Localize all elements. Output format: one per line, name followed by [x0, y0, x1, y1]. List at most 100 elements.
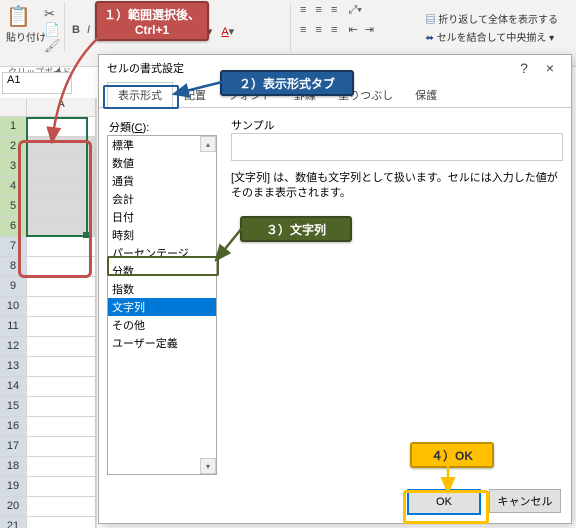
row-header[interactable]: 17 — [0, 437, 27, 456]
row-header[interactable]: 4 — [0, 177, 27, 196]
row-header[interactable]: 9 — [0, 277, 27, 296]
list-item[interactable]: その他 — [108, 316, 216, 334]
paste-icon[interactable]: 📋 — [6, 4, 31, 29]
format-painter-icon[interactable]: 🖌 — [44, 38, 61, 54]
column-headers: A — [0, 98, 96, 117]
row-header[interactable]: 6 — [0, 217, 27, 236]
table-row: 21 — [0, 517, 96, 528]
indent-dec-icon[interactable]: ⇤ — [348, 24, 357, 36]
worksheet: A 123456789101112131415161718192021 — [0, 98, 97, 528]
callout-3: ３）文字列 — [240, 216, 352, 242]
list-item[interactable]: 時刻 — [108, 226, 216, 244]
paste-label[interactable]: 貼り付け — [6, 29, 46, 44]
clipboard-group: 📋 貼り付け — [6, 4, 46, 44]
table-row: 11 — [0, 317, 96, 337]
cell[interactable] — [27, 437, 96, 456]
cell[interactable] — [27, 217, 96, 236]
row-header[interactable]: 8 — [0, 257, 27, 276]
list-item[interactable]: 通貨 — [108, 172, 216, 190]
row-header[interactable]: 15 — [0, 397, 27, 416]
row-header[interactable]: 18 — [0, 457, 27, 476]
row-header[interactable]: 20 — [0, 497, 27, 516]
cell[interactable] — [27, 477, 96, 496]
tab-5[interactable]: 保護 — [404, 82, 448, 108]
copy-icon[interactable]: 📄 — [44, 22, 60, 38]
italic-button[interactable]: I — [87, 24, 90, 36]
row-header[interactable]: 7 — [0, 237, 27, 256]
indent-inc-icon[interactable]: ⇥ — [365, 24, 374, 36]
row-header[interactable]: 16 — [0, 417, 27, 436]
merge-center-button[interactable]: ⬌ セルを結合して中央揃え ▾ — [426, 29, 558, 44]
list-item[interactable]: 文字列 — [108, 298, 216, 316]
align-center-icon[interactable]: ≡ — [315, 24, 321, 36]
align-right-icon[interactable]: ≡ — [331, 24, 337, 36]
table-row: 12 — [0, 337, 96, 357]
table-row: 18 — [0, 457, 96, 477]
align-left-icon[interactable]: ≡ — [300, 24, 306, 36]
list-item[interactable]: 会計 — [108, 190, 216, 208]
tab-1[interactable]: 配置 — [173, 82, 217, 108]
align-bottom-icon[interactable]: ≡ — [331, 4, 337, 16]
cell[interactable] — [27, 237, 96, 256]
cell[interactable] — [27, 197, 96, 216]
cell[interactable] — [27, 397, 96, 416]
name-box[interactable]: A1 — [2, 72, 72, 94]
select-all-corner[interactable] — [0, 98, 27, 116]
row-header[interactable]: 5 — [0, 197, 27, 216]
align-top-icon[interactable]: ≡ — [300, 4, 306, 16]
cell[interactable] — [27, 157, 96, 176]
list-item[interactable]: ユーザー定義 — [108, 334, 216, 352]
cell[interactable] — [27, 337, 96, 356]
list-item[interactable]: 数値 — [108, 154, 216, 172]
align-middle-icon[interactable]: ≡ — [315, 4, 321, 16]
grid-rows: 123456789101112131415161718192021 — [0, 117, 96, 528]
table-row: 7 — [0, 237, 96, 257]
close-button[interactable]: × — [537, 60, 563, 76]
cell[interactable] — [27, 117, 96, 136]
scroll-up-icon[interactable]: ▴ — [200, 136, 216, 152]
list-item[interactable]: 分数 — [108, 262, 216, 280]
table-row: 10 — [0, 297, 96, 317]
help-button[interactable]: ? — [511, 60, 537, 76]
cell[interactable] — [27, 177, 96, 196]
list-item[interactable]: 指数 — [108, 280, 216, 298]
cell[interactable] — [27, 357, 96, 376]
row-header[interactable]: 19 — [0, 477, 27, 496]
category-listbox[interactable]: ▴ ▾ 標準数値通貨会計日付時刻パーセンテージ分数指数文字列その他ユーザー定義 — [107, 135, 217, 475]
orientation-icon[interactable]: ⤢▾ — [348, 4, 361, 16]
callout-4: ４）OK — [410, 442, 494, 468]
cell[interactable] — [27, 517, 96, 528]
cancel-button[interactable]: キャンセル — [489, 489, 561, 513]
cell[interactable] — [27, 297, 96, 316]
col-header-A[interactable]: A — [27, 98, 96, 116]
bold-button[interactable]: B — [72, 24, 80, 36]
row-header[interactable]: 11 — [0, 317, 27, 336]
row-header[interactable]: 1 — [0, 117, 27, 136]
cell[interactable] — [27, 137, 96, 156]
cell[interactable] — [27, 417, 96, 436]
row-header[interactable]: 10 — [0, 297, 27, 316]
font-color-icon[interactable]: A — [221, 26, 228, 38]
table-row: 4 — [0, 177, 96, 197]
cut-icon[interactable]: ✂ — [44, 6, 55, 22]
row-header[interactable]: 3 — [0, 157, 27, 176]
cell[interactable] — [27, 257, 96, 276]
row-header[interactable]: 12 — [0, 337, 27, 356]
scroll-down-icon[interactable]: ▾ — [200, 458, 216, 474]
row-header[interactable]: 14 — [0, 377, 27, 396]
table-row: 13 — [0, 357, 96, 377]
row-header[interactable]: 21 — [0, 517, 27, 528]
cell[interactable] — [27, 377, 96, 396]
cell[interactable] — [27, 497, 96, 516]
wrap-text-button[interactable]: ▤ 折り返して全体を表示する — [426, 11, 558, 26]
ok-button[interactable]: OK — [407, 489, 481, 515]
list-item[interactable]: 日付 — [108, 208, 216, 226]
row-header[interactable]: 13 — [0, 357, 27, 376]
tab-0[interactable]: 表示形式 — [107, 82, 173, 108]
list-item[interactable]: パーセンテージ — [108, 244, 216, 262]
cell[interactable] — [27, 277, 96, 296]
cell[interactable] — [27, 317, 96, 336]
row-header[interactable]: 2 — [0, 137, 27, 156]
ribbon-divider — [64, 2, 65, 52]
cell[interactable] — [27, 457, 96, 476]
